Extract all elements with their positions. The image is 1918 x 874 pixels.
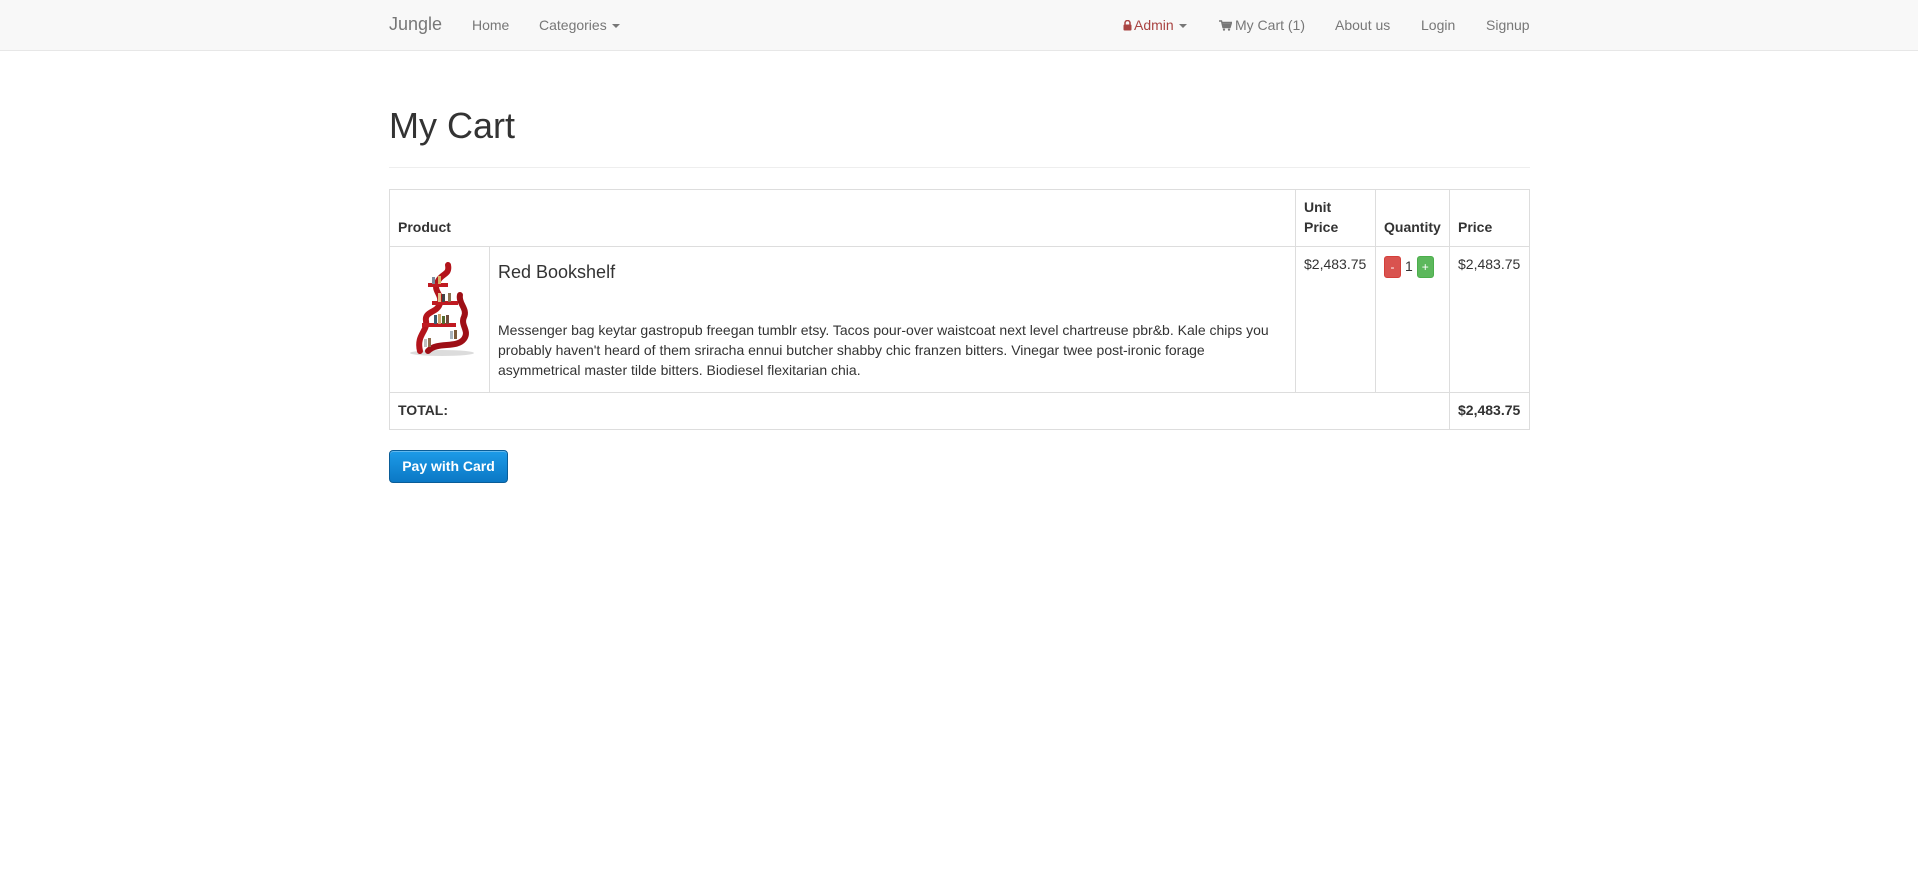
- nav-home[interactable]: Home: [472, 17, 509, 33]
- product-image-red-bookshelf: [398, 254, 480, 359]
- page-header-divider: [389, 167, 1530, 168]
- cart-table: Product Unit Price Quantity Price Red Bo…: [389, 189, 1530, 430]
- line-price-cell: $2,483.75: [1449, 245, 1530, 393]
- nav-signup[interactable]: Signup: [1486, 17, 1530, 33]
- pay-with-card-button[interactable]: Pay with Card: [389, 450, 508, 483]
- product-info-cell: Red Bookshelf Messenger bag keytar gastr…: [489, 245, 1296, 393]
- caret-down-icon: [611, 24, 620, 29]
- nav-login[interactable]: Login: [1421, 17, 1455, 33]
- navbar: Jungle Home Categories Admin My Cart (1)…: [0, 0, 1918, 51]
- quantity-value: 1: [1405, 257, 1413, 274]
- caret-down-icon: [1178, 24, 1187, 29]
- quantity-stepper: - 1 +: [1384, 255, 1434, 278]
- product-description: Messenger bag keytar gastropub freegan t…: [498, 321, 1269, 378]
- header-price: Price: [1449, 189, 1530, 247]
- product-image-cell: [389, 245, 490, 393]
- decrement-quantity-button[interactable]: -: [1384, 255, 1401, 278]
- nav-my-cart[interactable]: My Cart (1): [1219, 17, 1305, 33]
- nav-admin-dropdown[interactable]: Admin: [1123, 17, 1187, 33]
- unit-price-cell: $2,483.75: [1295, 245, 1376, 393]
- shopping-cart-icon: [1219, 20, 1232, 31]
- increment-quantity-button[interactable]: +: [1416, 255, 1434, 278]
- nav-admin-label: Admin: [1134, 17, 1174, 33]
- header-product: Product: [389, 189, 1296, 247]
- nav-categories-dropdown[interactable]: Categories: [539, 17, 620, 33]
- total-label: TOTAL:: [389, 391, 1450, 430]
- product-name: Red Bookshelf: [498, 261, 616, 282]
- header-unit-price: Unit Price: [1295, 189, 1376, 247]
- lock-icon: [1123, 20, 1132, 31]
- total-row: TOTAL: $2,483.75: [389, 391, 1530, 430]
- table-row: Red Bookshelf Messenger bag keytar gastr…: [389, 245, 1530, 393]
- page-title: My Cart: [389, 105, 515, 146]
- total-value: $2,483.75: [1449, 391, 1530, 430]
- navbar-container: Jungle Home Categories Admin My Cart (1)…: [389, 0, 1530, 50]
- nav-my-cart-label: My Cart (1): [1235, 17, 1305, 33]
- header-quantity: Quantity: [1375, 189, 1450, 247]
- nav-categories-label: Categories: [539, 17, 607, 33]
- table-header-row: Product Unit Price Quantity Price: [389, 189, 1530, 247]
- brand-link[interactable]: Jungle: [389, 14, 442, 35]
- nav-about-us[interactable]: About us: [1335, 17, 1390, 33]
- quantity-cell: - 1 +: [1375, 245, 1450, 393]
